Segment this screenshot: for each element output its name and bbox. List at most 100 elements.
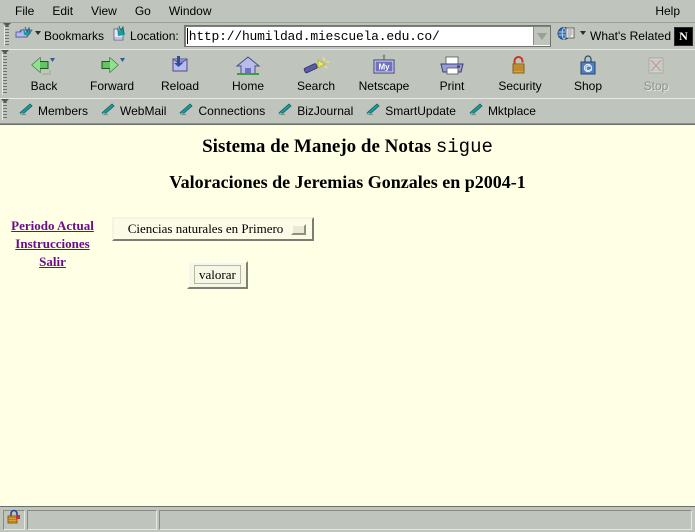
- status-message-panel: [159, 509, 692, 530]
- course-select-value: Ciencias naturales en Primero: [127, 221, 284, 236]
- search-button-label: Search: [296, 79, 336, 93]
- grading-form: Ciencias naturales en Primero valorar: [105, 217, 695, 289]
- personal-toolbar-item-label: SmartUpdate: [385, 104, 456, 118]
- back-button-label: Back: [30, 79, 58, 93]
- status-bar: [0, 506, 695, 532]
- shopping-bag-icon: [573, 52, 603, 78]
- personal-toolbar-item-label: Mktplace: [487, 104, 536, 118]
- search-button[interactable]: Search: [285, 52, 347, 93]
- navigation-toolbar: Back Forward Reload Home Search My Netsc…: [0, 49, 695, 98]
- menu-item-file[interactable]: File: [6, 3, 43, 19]
- chevron-down-icon: [537, 32, 547, 40]
- page-quill-icon: [112, 25, 127, 47]
- personal-toolbar-item-members[interactable]: Members: [13, 101, 93, 122]
- submit-button-wrapper: valorar: [112, 261, 695, 289]
- url-text-caret: [186, 28, 188, 44]
- security-status-button[interactable]: [3, 509, 25, 530]
- url-input-wrapper[interactable]: http://humildad.miescuela.edu.co/: [183, 25, 551, 47]
- menu-item-view[interactable]: View: [82, 3, 126, 19]
- reload-icon: [165, 52, 195, 78]
- whats-related-chevron-down-icon: [580, 30, 586, 35]
- page-nav-links: Periodo Actual Instrucciones Salir: [0, 217, 105, 270]
- bookmarks-folder-icon: [15, 26, 33, 47]
- page-title-text: Sistema de Manejo de Notas: [202, 136, 432, 157]
- pencil-icon: [365, 102, 381, 121]
- stop-button-label: Stop: [643, 79, 669, 93]
- netscape-button-label: Netscape: [358, 79, 410, 93]
- print-button[interactable]: Print: [421, 52, 483, 93]
- reload-button[interactable]: Reload: [149, 52, 211, 93]
- personal-toolbar-item-mktplace[interactable]: Mktplace: [463, 101, 541, 122]
- valorar-button-label: valorar: [194, 265, 241, 284]
- personal-toolbar-item-bizjournal[interactable]: BizJournal: [272, 101, 358, 122]
- stop-icon: [641, 52, 671, 78]
- content-row: Periodo Actual Instrucciones Salir Cienc…: [0, 217, 695, 289]
- personal-toolbar-item-webmail[interactable]: WebMail: [95, 101, 171, 122]
- location-label: Location:: [130, 29, 179, 43]
- print-button-label: Print: [439, 79, 465, 93]
- nav-link-salir[interactable]: Salir: [39, 253, 66, 270]
- netscape-browser-window: File Edit View Go Window Help Bookmarks: [0, 0, 695, 532]
- url-input[interactable]: http://humildad.miescuela.edu.co/: [185, 29, 533, 44]
- shop-button-label: Shop: [573, 79, 603, 93]
- bookmarks-chevron-down-icon: [35, 30, 41, 35]
- personal-toolbar-item-connections[interactable]: Connections: [173, 101, 270, 122]
- shop-button[interactable]: Shop: [557, 52, 619, 93]
- location-toolbar: Bookmarks Location: http://humildad.mies…: [0, 23, 695, 49]
- my-netscape-icon: My: [369, 52, 399, 78]
- padlock-icon: [505, 52, 535, 78]
- personal-toolbar-item-label: Connections: [198, 104, 266, 118]
- personal-toolbar: Members WebMail Connections BizJournal S…: [0, 98, 695, 124]
- whats-related-button[interactable]: What's Related: [554, 25, 674, 47]
- pencil-icon: [178, 102, 194, 121]
- personal-toolbar-item-label: Members: [38, 104, 89, 118]
- nav-link-instrucciones[interactable]: Instrucciones: [15, 235, 89, 252]
- url-history-dropdown-button[interactable]: [533, 27, 550, 45]
- back-button[interactable]: Back: [13, 52, 75, 93]
- course-select[interactable]: Ciencias naturales en Primero: [112, 217, 314, 241]
- unlocked-padlock-icon: [6, 509, 22, 530]
- reload-button-label: Reload: [160, 79, 200, 93]
- forward-button[interactable]: Forward: [81, 52, 143, 93]
- home-button-label: Home: [231, 79, 264, 93]
- globe-document-icon: [557, 25, 577, 47]
- menu-bar: File Edit View Go Window Help: [0, 0, 695, 23]
- netscape-logo-button[interactable]: N: [674, 26, 693, 46]
- personal-toolbar-item-label: WebMail: [120, 104, 167, 118]
- personal-toolbar-grip[interactable]: [0, 99, 9, 123]
- forward-arrow-icon: [97, 52, 127, 78]
- bookmarks-button[interactable]: Bookmarks: [11, 26, 108, 47]
- page-subtitle: Valoraciones de Jeremias Gonzales en p20…: [169, 172, 526, 192]
- menu-item-go[interactable]: Go: [126, 3, 160, 19]
- netscape-button[interactable]: My Netscape: [353, 52, 415, 93]
- menu-item-window[interactable]: Window: [160, 3, 221, 19]
- location-proxy-button[interactable]: Location:: [108, 25, 183, 47]
- stop-button: Stop: [625, 52, 687, 93]
- menu-item-edit[interactable]: Edit: [43, 3, 82, 19]
- personal-toolbar-item-smartupdate[interactable]: SmartUpdate: [360, 101, 461, 122]
- valorar-button[interactable]: valorar: [187, 261, 248, 289]
- bookmarks-label: Bookmarks: [44, 29, 105, 43]
- forward-button-label: Forward: [89, 79, 134, 93]
- page-content: Sistema de Manejo de Notas sigue Valorac…: [0, 124, 695, 506]
- printer-icon: [437, 52, 467, 78]
- security-button[interactable]: Security: [489, 52, 551, 93]
- whats-related-label: What's Related: [590, 29, 671, 43]
- back-arrow-icon: [29, 52, 59, 78]
- location-toolbar-grip[interactable]: [2, 23, 11, 49]
- pencil-icon: [277, 102, 293, 121]
- home-button[interactable]: Home: [217, 52, 279, 93]
- page-title-app-name: sigue: [435, 136, 493, 158]
- nav-link-periodo-actual[interactable]: Periodo Actual: [11, 217, 94, 234]
- menu-item-help[interactable]: Help: [646, 3, 689, 19]
- home-icon: [233, 52, 263, 78]
- pencil-icon: [100, 102, 116, 121]
- page-title: Sistema de Manejo de Notas sigue: [0, 125, 695, 158]
- status-progress-panel: [27, 509, 157, 530]
- navigation-toolbar-grip[interactable]: [0, 50, 9, 98]
- personal-toolbar-item-label: BizJournal: [297, 104, 354, 118]
- pencil-icon: [18, 102, 34, 121]
- pencil-icon: [468, 102, 484, 121]
- search-flashlight-icon: [301, 52, 331, 78]
- security-button-label: Security: [498, 79, 542, 93]
